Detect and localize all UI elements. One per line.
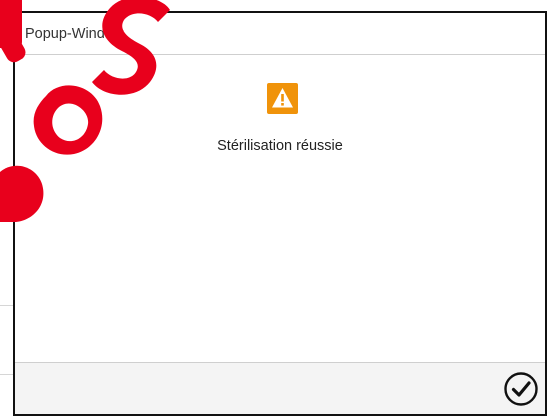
popup-window: Popup-Window Stérilisation réussie — [13, 11, 547, 416]
warning-icon — [267, 83, 298, 114]
popup-content: Stérilisation réussie — [15, 56, 545, 362]
popup-message: Stérilisation réussie — [217, 138, 343, 154]
background-divider — [0, 374, 14, 375]
popup-title: Popup-Window — [15, 13, 545, 55]
confirm-button[interactable] — [503, 371, 539, 407]
popup-footer — [15, 362, 545, 414]
background-divider — [0, 305, 14, 306]
checkmark-circle-icon — [504, 372, 538, 406]
